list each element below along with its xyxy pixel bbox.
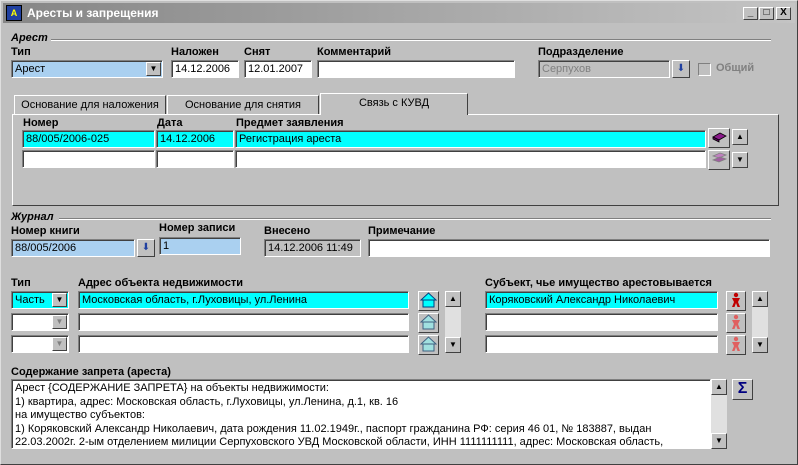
- property-type-label: Тип: [11, 277, 31, 289]
- person-open-button[interactable]: [726, 291, 746, 311]
- col-subject-header: Предмет заявления: [236, 117, 344, 129]
- removed-date-field[interactable]: 12.01.2007: [244, 60, 312, 78]
- content-scroll-down[interactable]: ▼: [711, 433, 727, 449]
- book-number-label: Номер книги: [11, 225, 80, 237]
- kuvd-date-field[interactable]: [156, 150, 234, 168]
- imposed-date-field[interactable]: 14.12.2006: [171, 60, 239, 78]
- person-icon: [732, 292, 740, 307]
- property-address-field[interactable]: [78, 313, 409, 331]
- sigma-button[interactable]: Σ: [732, 379, 753, 400]
- type-combo[interactable]: Арест ▼: [11, 60, 163, 78]
- minimize-button[interactable]: _: [743, 7, 758, 20]
- property-open-button[interactable]: [418, 335, 439, 355]
- subject-field[interactable]: Коряковский Александр Николаевич: [485, 291, 718, 309]
- property-open-button[interactable]: [418, 313, 439, 333]
- content-line: на имущество субъектов:: [15, 409, 145, 421]
- type-label: Тип: [11, 46, 31, 58]
- content-line: 1) квартира, адрес: Московская область, …: [15, 395, 399, 408]
- person-open-button[interactable]: [726, 313, 746, 333]
- property-scrollbar[interactable]: ▲ ▼: [445, 291, 461, 353]
- arrests-window: A Аресты и запрещения _ □ X Арест Тип Ар…: [0, 0, 798, 465]
- property-type-value: Часть: [15, 294, 45, 306]
- property-scroll-down[interactable]: ▼: [445, 337, 461, 353]
- record-number-field[interactable]: 1: [159, 237, 241, 255]
- content-scroll-up[interactable]: ▲: [711, 379, 727, 395]
- property-address-field[interactable]: Московская область, г.Луховицы, ул.Ленин…: [78, 291, 409, 309]
- chevron-down-icon[interactable]: ▼: [146, 62, 161, 76]
- books-stack-button[interactable]: [708, 150, 730, 170]
- person-icon: [732, 336, 740, 351]
- property-address-label: Адрес объекта недвижимости: [78, 277, 244, 289]
- subject-label: Субъект, чье имущество арестовывается: [485, 277, 712, 289]
- kuvd-date-field[interactable]: 14.12.2006: [156, 130, 234, 148]
- content-label: Содержание запрета (ареста): [11, 366, 171, 378]
- tab-imposition-basis[interactable]: Основание для наложения: [14, 95, 166, 115]
- property-type-combo[interactable]: ▼: [11, 313, 69, 331]
- kuvd-scroll-down[interactable]: ▼: [732, 152, 748, 168]
- property-open-button[interactable]: [418, 291, 439, 311]
- house-icon: [419, 314, 438, 330]
- arest-group-label: Арест: [11, 32, 48, 44]
- maximize-button[interactable]: □: [759, 7, 774, 20]
- note-field[interactable]: [368, 239, 770, 257]
- division-label: Подразделение: [538, 46, 624, 58]
- close-button[interactable]: X: [776, 7, 791, 20]
- chevron-down-icon[interactable]: ▼: [52, 337, 67, 351]
- person-icon: [732, 314, 740, 329]
- property-type-combo[interactable]: Часть ▼: [11, 291, 69, 309]
- common-label: Общий: [716, 62, 755, 74]
- content-line: 22.03.2002г. 2-ым отделением милиции Сер…: [15, 436, 664, 448]
- imposed-label: Наложен: [171, 46, 219, 58]
- common-checkbox[interactable]: [698, 63, 711, 76]
- journal-group-line: [59, 218, 771, 220]
- chevron-down-icon[interactable]: ▼: [52, 293, 67, 307]
- subject-field[interactable]: [485, 335, 718, 353]
- book-open-button[interactable]: [708, 128, 730, 148]
- content-line: Арест {СОДЕРЖАНИЕ ЗАПРЕТА} на объекты не…: [15, 382, 329, 394]
- col-number-header: Номер: [23, 117, 59, 129]
- book-select-button[interactable]: ⬇: [137, 239, 155, 257]
- book-icon: [712, 132, 727, 143]
- removed-label: Снят: [244, 46, 271, 58]
- note-label: Примечание: [368, 225, 436, 237]
- entered-label: Внесено: [264, 225, 311, 237]
- house-icon: [419, 336, 438, 352]
- property-type-combo[interactable]: ▼: [11, 335, 69, 353]
- journal-group-label: Журнал: [11, 211, 54, 223]
- subject-scroll-up[interactable]: ▲: [752, 291, 768, 307]
- house-icon: [419, 292, 438, 308]
- entered-field[interactable]: 14.12.2006 11:49: [264, 239, 361, 257]
- division-select-button[interactable]: ⬇: [672, 60, 690, 78]
- col-date-header: Дата: [157, 117, 183, 129]
- arest-group-line: [51, 39, 771, 41]
- comment-label: Комментарий: [317, 46, 392, 58]
- chevron-down-icon[interactable]: ▼: [52, 315, 67, 329]
- tab-kuvd-link[interactable]: Связь с КУВД: [320, 93, 468, 115]
- subject-field[interactable]: [485, 313, 718, 331]
- type-combo-value: Арест: [15, 63, 46, 75]
- property-address-field[interactable]: [78, 335, 409, 353]
- content-line: 1) Коряковский Александр Николаевич, дат…: [15, 422, 652, 435]
- record-number-label: Номер записи: [159, 222, 236, 234]
- subject-scrollbar[interactable]: ▲ ▼: [752, 291, 768, 353]
- app-icon: A: [6, 5, 22, 21]
- kuvd-number-field[interactable]: 88/005/2006-025: [22, 130, 155, 148]
- title-bar[interactable]: A Аресты и запрещения _ □ X: [3, 3, 795, 23]
- property-scroll-up[interactable]: ▲: [445, 291, 461, 307]
- division-field[interactable]: Серпухов: [538, 60, 670, 78]
- kuvd-scroll-up[interactable]: ▲: [732, 129, 748, 145]
- tab-removal-basis[interactable]: Основание для снятия: [167, 95, 319, 115]
- subject-scroll-down[interactable]: ▼: [752, 337, 768, 353]
- window-title: Аресты и запрещения: [27, 6, 159, 20]
- person-open-button[interactable]: [726, 335, 746, 355]
- book-number-field[interactable]: 88/005/2006: [11, 239, 135, 257]
- books-icon: [711, 152, 728, 163]
- kuvd-subject-field[interactable]: Регистрация ареста: [235, 130, 706, 148]
- content-scrollbar[interactable]: ▲ ▼: [711, 379, 727, 449]
- content-textarea[interactable]: Арест {СОДЕРЖАНИЕ ЗАПРЕТА} на объекты не…: [11, 379, 711, 449]
- kuvd-number-field[interactable]: [22, 150, 155, 168]
- comment-field[interactable]: [317, 60, 515, 78]
- kuvd-subject-field[interactable]: [235, 150, 706, 168]
